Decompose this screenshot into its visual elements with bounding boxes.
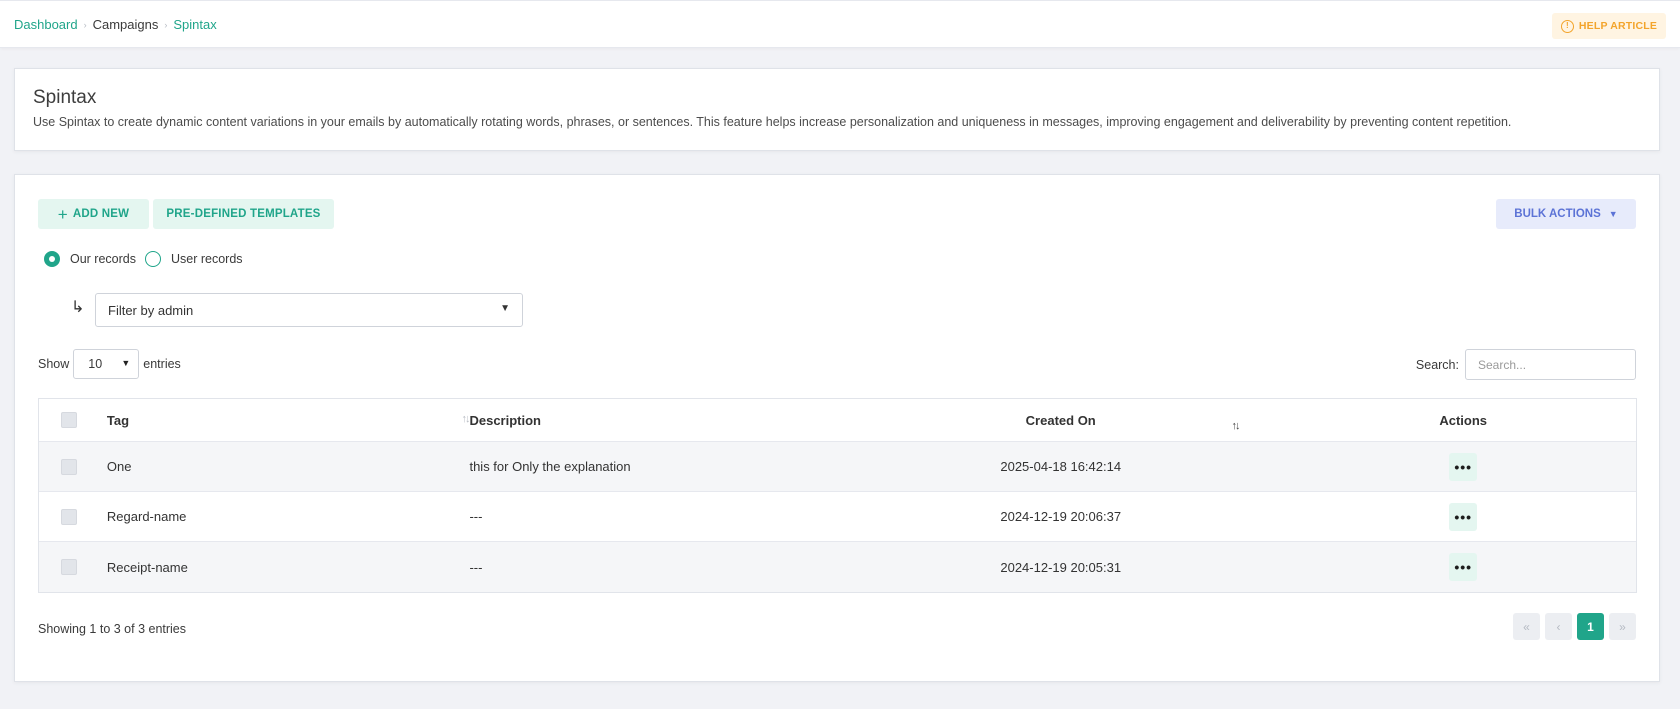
breadcrumb-dashboard[interactable]: Dashboard: [14, 17, 78, 32]
entries-length-control: Show 10 ▼ entries: [38, 349, 181, 379]
row-description: ---: [469, 509, 483, 524]
subdirectory-arrow-icon: ↳: [71, 299, 85, 316]
column-header-created[interactable]: Created On: [926, 413, 1196, 428]
select-all-cell: [39, 412, 99, 428]
spintax-table: Tag ↑↓ Description Created On ↑↓ Actions…: [38, 398, 1637, 593]
chevron-down-icon: ▼: [121, 358, 131, 368]
bulk-actions-button[interactable]: BULK ACTIONS ▼: [1496, 199, 1636, 229]
user-records-radio[interactable]: [145, 251, 161, 267]
row-actions-cell: •••: [1290, 502, 1636, 531]
row-created-on: 2025-04-18 16:42:14: [1000, 459, 1122, 474]
sort-icon: ↑↓: [461, 412, 470, 425]
info-card: Spintax Use Spintax to create dynamic co…: [14, 68, 1660, 151]
row-select-cell: [39, 508, 99, 525]
breadcrumb-separator-icon: ›: [164, 19, 168, 30]
select-all-checkbox[interactable]: [60, 412, 77, 428]
add-new-label: ADD NEW: [72, 208, 130, 220]
search-label: Search:: [1415, 357, 1459, 372]
row-created-on: 2024-12-19 20:05:31: [1000, 559, 1122, 575]
user-records-label[interactable]: User records: [171, 252, 243, 266]
first-page-icon[interactable]: «: [1513, 613, 1540, 640]
our-records-radio[interactable]: [44, 251, 60, 267]
breadcrumb-separator-icon: ›: [83, 19, 87, 30]
help-article-label: HELP ARTICLE: [1578, 20, 1658, 32]
row-tag: Regard-name: [106, 509, 187, 524]
last-page-icon[interactable]: »: [1609, 613, 1636, 640]
page-button-current[interactable]: 1: [1577, 613, 1604, 640]
row-select-cell: [39, 559, 99, 575]
entries-label: entries: [143, 357, 181, 371]
entries-length-value: 10: [88, 357, 103, 371]
row-description: this for Only the explanation: [469, 459, 631, 474]
page-description: Use Spintax to create dynamic content va…: [33, 115, 1512, 129]
row-actions-cell: •••: [1290, 553, 1636, 581]
row-actions-cell: •••: [1290, 452, 1636, 481]
breadcrumb-campaigns[interactable]: Campaigns: [93, 17, 159, 32]
table-info: Showing 1 to 3 of 3 entries: [38, 622, 187, 636]
predefined-templates-label: PRE-DEFINED TEMPLATES: [166, 208, 321, 220]
our-records-label[interactable]: Our records: [70, 252, 136, 266]
row-select-cell: [39, 458, 99, 475]
table-header-row: Tag ↑↓ Description Created On ↑↓ Actions: [39, 399, 1636, 442]
column-header-tag-label: Tag: [106, 412, 130, 428]
filter-by-admin-select[interactable]: Filter by admin ▼: [95, 293, 523, 327]
record-type-radio-group: Our records User records: [44, 251, 252, 267]
entries-length-select[interactable]: 10 ▼: [73, 349, 140, 379]
search-input[interactable]: Search...: [1465, 349, 1636, 380]
add-new-button[interactable]: + ADD NEW: [38, 199, 149, 229]
help-article-button[interactable]: ! HELP ARTICLE: [1552, 13, 1666, 39]
predefined-templates-button[interactable]: PRE-DEFINED TEMPLATES: [153, 199, 334, 229]
more-actions-icon[interactable]: •••: [1449, 452, 1478, 481]
show-label: Show: [38, 357, 70, 371]
row-tag: One: [106, 459, 132, 474]
chevron-down-icon: ▼: [1608, 209, 1618, 219]
previous-page-icon[interactable]: ‹: [1545, 613, 1572, 640]
top-bar: Dashboard › Campaigns › Spintax ! HELP A…: [0, 0, 1680, 48]
plus-icon: +: [57, 204, 68, 224]
row-created-on: 2024-12-19 20:06:37: [1000, 509, 1122, 524]
column-header-tag[interactable]: Tag ↑↓: [99, 412, 471, 428]
row-tag: Receipt-name: [106, 559, 188, 575]
table-row: Regard-name --- 2024-12-19 20:06:37 •••: [39, 492, 1636, 542]
sort-icon: ↑↓: [1231, 420, 1241, 432]
column-header-description: Description: [469, 412, 541, 428]
chevron-down-icon: ▼: [500, 303, 510, 314]
page-title: Spintax: [33, 87, 97, 108]
info-icon: !: [1560, 19, 1574, 33]
table-row: One this for Only the explanation 2025-0…: [39, 442, 1636, 492]
column-header-actions: Actions: [1439, 412, 1488, 428]
breadcrumb: Dashboard › Campaigns › Spintax: [14, 17, 217, 32]
more-actions-icon[interactable]: •••: [1449, 553, 1478, 581]
table-search: Search: Search...: [1416, 349, 1636, 380]
row-checkbox[interactable]: [60, 508, 77, 525]
spintax-table-card: + ADD NEW PRE-DEFINED TEMPLATES BULK ACT…: [14, 174, 1660, 682]
more-actions-icon[interactable]: •••: [1449, 502, 1478, 531]
row-checkbox[interactable]: [60, 559, 77, 575]
row-checkbox[interactable]: [60, 458, 77, 475]
filter-select-value: Filter by admin: [108, 302, 194, 318]
breadcrumb-current: Spintax: [173, 17, 217, 32]
row-description: ---: [469, 559, 483, 575]
bulk-actions-label: BULK ACTIONS: [1514, 208, 1601, 220]
table-row: Receipt-name --- 2024-12-19 20:05:31 •••: [39, 542, 1636, 592]
pagination: « ‹ 1 »: [1513, 613, 1636, 640]
